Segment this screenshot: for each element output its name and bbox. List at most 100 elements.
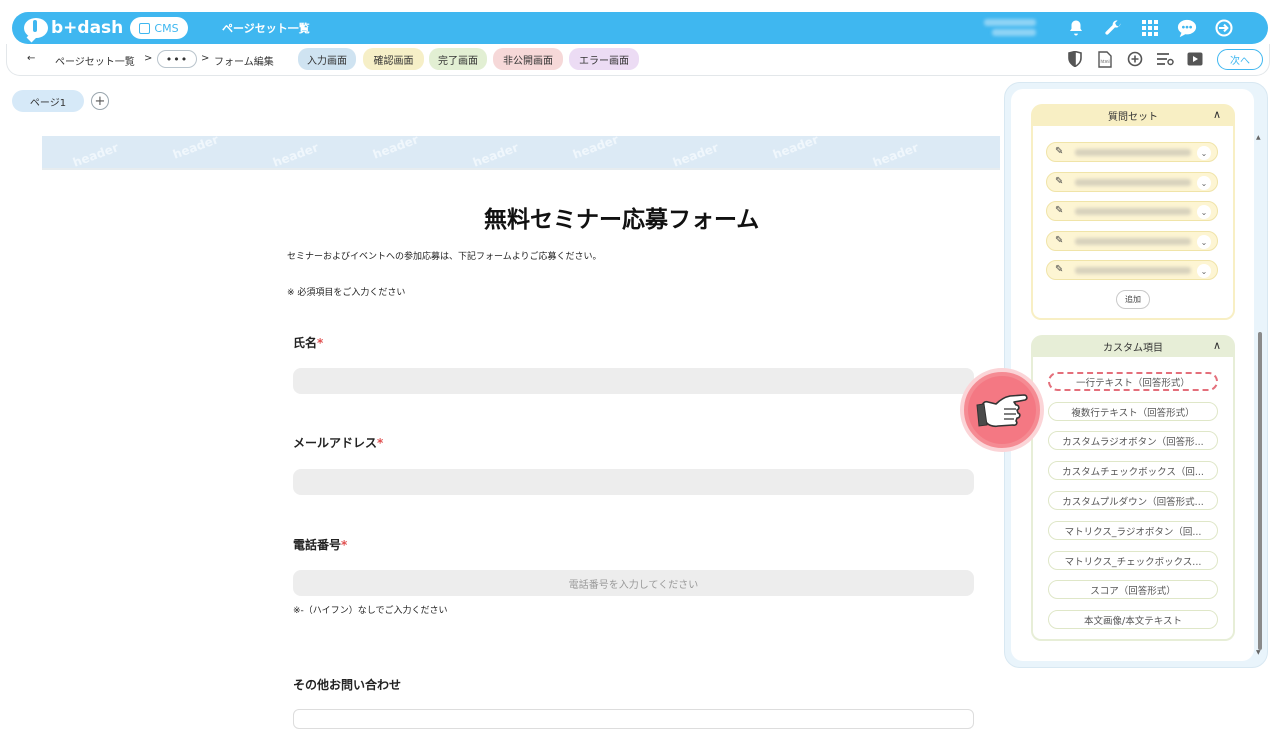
back-arrow-icon[interactable]: ← (27, 53, 35, 64)
breadcrumb-separator: > (201, 53, 210, 64)
custom-items-header[interactable]: カスタム項目 ∧ (1031, 335, 1235, 357)
sub-toolbar: ← ページセット一覧 > ••• > フォーム編集 入力画面 確認画面 完了画面… (6, 44, 1270, 76)
tab-complete-screen[interactable]: 完了画面 (429, 48, 487, 70)
pencil-icon[interactable]: ✎ (1055, 264, 1063, 275)
collapse-icon[interactable]: ∧ (1213, 108, 1221, 121)
form-description[interactable]: セミナーおよびイベントへの参加応募は、下記フォームよりご応募ください。 (287, 249, 602, 262)
custom-item-matrix-radio[interactable]: マトリクス_ラジオボタン（回... (1048, 521, 1218, 540)
tab-error-screen[interactable]: エラー画面 (569, 48, 639, 70)
other-inquiry-label[interactable]: その他お問い合わせ (293, 676, 401, 693)
other-inquiry-label-text: その他お問い合わせ (293, 678, 402, 692)
form-title[interactable]: 無料セミナー応募フォーム (484, 200, 759, 234)
chevron-down-icon[interactable]: ⌄ (1197, 264, 1211, 278)
question-set-item[interactable]: ✎ ⌄ (1046, 142, 1218, 162)
header-title[interactable]: ページセット一覧 (222, 20, 310, 36)
pencil-icon[interactable]: ✎ (1055, 205, 1063, 216)
phone-input[interactable]: 電話番号を入力してください (293, 570, 974, 596)
cms-button[interactable]: CMS (130, 17, 188, 39)
logo-text: b+dash (51, 18, 124, 38)
question-set-title: 質問セット (1108, 111, 1158, 123)
email-field-label[interactable]: メールアドレス* (293, 434, 383, 451)
tab-confirm-screen[interactable]: 確認画面 (363, 48, 424, 70)
list-settings-icon[interactable] (1155, 49, 1175, 69)
banner-watermark: header (571, 136, 621, 162)
phone-label-text: 電話番号 (293, 538, 342, 552)
support-chat-icon[interactable] (1175, 16, 1199, 40)
custom-item-single-line-text[interactable]: 一行テキスト（回答形式） (1048, 372, 1218, 391)
chevron-down-icon[interactable]: ⌄ (1197, 146, 1211, 160)
wrench-icon[interactable] (1101, 16, 1125, 40)
add-page-button[interactable]: + (91, 92, 109, 110)
edit-icon (139, 22, 151, 34)
add-question-set-button[interactable]: 追加 (1116, 290, 1150, 309)
other-inquiry-textarea[interactable] (293, 709, 974, 729)
top-header: b+dash CMS ページセット一覧 (12, 12, 1268, 44)
question-set-item[interactable]: ✎ ⌄ (1046, 201, 1218, 221)
html-file-icon[interactable]: html (1095, 49, 1115, 69)
custom-item-body-image-text[interactable]: 本文画像/本文テキスト (1048, 610, 1218, 629)
custom-item-radio-button[interactable]: カスタムラジオボタン（回答形... (1048, 431, 1218, 450)
name-input[interactable] (293, 368, 974, 394)
scroll-up-arrow-icon[interactable]: ▲ (1256, 134, 1261, 141)
banner-watermark: header (371, 136, 421, 162)
question-set-item[interactable]: ✎ ⌄ (1046, 231, 1218, 251)
custom-item-pulldown[interactable]: カスタムプルダウン（回答形式... (1048, 491, 1218, 510)
tab-input-screen[interactable]: 入力画面 (298, 48, 356, 70)
required-mark: * (317, 336, 324, 350)
custom-item-score[interactable]: スコア（回答形式） (1048, 580, 1218, 599)
name-field-label[interactable]: 氏名* (293, 334, 323, 351)
banner-watermark: header (871, 140, 921, 170)
svg-text:html: html (1101, 59, 1110, 64)
page-tab-1[interactable]: ページ1 (12, 90, 84, 112)
panel-scrollbar-thumb[interactable] (1258, 332, 1262, 650)
banner-watermark: header (271, 140, 321, 170)
question-set-header[interactable]: 質問セット ∧ (1031, 104, 1235, 126)
header-banner[interactable]: header header header header header heade… (42, 136, 1000, 170)
pencil-icon[interactable]: ✎ (1055, 176, 1063, 187)
breadcrumb-ellipsis-button[interactable]: ••• (157, 50, 197, 68)
phone-field-label[interactable]: 電話番号* (293, 536, 347, 553)
chevron-down-icon[interactable]: ⌄ (1197, 235, 1211, 249)
add-circle-icon[interactable] (1125, 49, 1145, 69)
bdash-logo[interactable]: b+dash (24, 16, 123, 40)
pointing-hand-indicator (960, 368, 1044, 452)
breadcrumb-form-edit: フォーム編集 (214, 57, 274, 68)
pencil-icon[interactable]: ✎ (1055, 146, 1063, 157)
tab-private-screen[interactable]: 非公開画面 (493, 48, 563, 70)
banner-watermark: header (771, 136, 821, 162)
required-mark: * (377, 436, 384, 450)
email-input[interactable] (293, 469, 974, 495)
breadcrumb-page-set-list[interactable]: ページセット一覧 (55, 53, 135, 68)
name-label-text: 氏名 (293, 336, 318, 350)
logo-bubble-icon (24, 18, 48, 38)
bell-icon[interactable] (1064, 16, 1088, 40)
chevron-down-icon[interactable]: ⌄ (1197, 205, 1211, 219)
shield-icon[interactable] (1065, 49, 1085, 69)
custom-item-matrix-checkbox[interactable]: マトリクス_チェックボックス... (1048, 551, 1218, 570)
email-label-text: メールアドレス (293, 436, 378, 450)
required-mark: * (341, 538, 348, 552)
play-icon[interactable] (1185, 49, 1205, 69)
collapse-icon[interactable]: ∧ (1213, 339, 1221, 352)
user-info[interactable] (984, 16, 1044, 40)
logout-icon[interactable] (1212, 16, 1236, 40)
chevron-down-icon[interactable]: ⌄ (1197, 176, 1211, 190)
custom-item-checkbox[interactable]: カスタムチェックボックス（回... (1048, 461, 1218, 480)
banner-watermark: header (671, 140, 721, 170)
pencil-icon[interactable]: ✎ (1055, 235, 1063, 246)
hand-pointer-icon (968, 376, 1036, 444)
banner-watermark: header (71, 140, 121, 170)
question-set-item[interactable]: ✎ ⌄ (1046, 172, 1218, 192)
required-note[interactable]: ※ 必須項目をご入力ください (287, 285, 405, 298)
custom-item-multi-line-text[interactable]: 複数行テキスト（回答形式） (1048, 402, 1218, 421)
scroll-down-arrow-icon[interactable]: ▼ (1256, 649, 1261, 656)
phone-hint[interactable]: ※-（ハイフン）なしでご入力ください (293, 603, 448, 616)
next-button[interactable]: 次へ (1217, 49, 1263, 70)
grid-icon[interactable] (1138, 16, 1162, 40)
breadcrumb-separator: > (144, 53, 153, 64)
cms-label: CMS (154, 21, 179, 35)
custom-items-title: カスタム項目 (1103, 342, 1163, 354)
banner-watermark: header (471, 140, 521, 170)
question-set-item[interactable]: ✎ ⌄ (1046, 260, 1218, 280)
banner-watermark: header (171, 136, 221, 162)
